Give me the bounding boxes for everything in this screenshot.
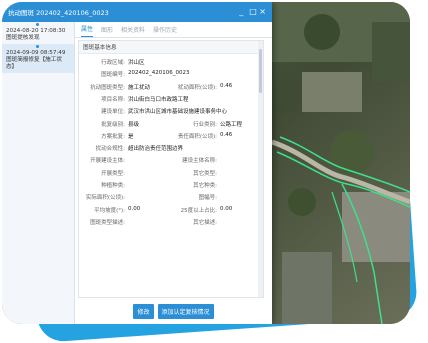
field-label: 图斑类型描述: — [90, 219, 125, 226]
attribute-row: 图斑类型描述: 其它描述: — [79, 218, 263, 228]
window-title: 抗动图斑 202402_420106_0023 — [8, 9, 109, 17]
attribute-row: 图斑编号: 202402_420106_0023 — [79, 70, 263, 80]
minimize-button[interactable]: _ — [239, 8, 243, 16]
history-list: 2024-08-20 17:08:30 图斑提核发现 2024-09-09 08… — [2, 22, 75, 324]
map-stage: 抗动图斑 202402_420106_0023 _ □ × 2024-08-20… — [2, 2, 410, 324]
field-label: 建设单位: — [101, 109, 125, 116]
attribute-row: 实际面积(公顷): 图幅号: — [79, 193, 263, 203]
tab-attributes[interactable]: 属性 — [81, 24, 94, 37]
attribute-row: 批复级别: 县级 行业类别: 公路工程 — [79, 120, 263, 130]
field-label: 种植种类: — [101, 183, 125, 189]
field-value: 公路工程 — [220, 121, 243, 128]
attribute-row: 开展类型: 其它类型: — [79, 169, 263, 179]
history-status: 图斑提核发现 — [6, 35, 40, 41]
field-label: 图斑编号: — [101, 72, 125, 79]
attribute-row: 行政区域: 洪山区 — [79, 58, 263, 68]
attribute-row: 建设单位: 武汉市洪山区城市基础设施建设事务中心 — [79, 107, 263, 117]
history-item[interactable]: 2024-08-20 17:08:30 图斑提核发现 — [2, 22, 74, 44]
detail-pane: 属性 图形 相关资料 操作历史 图斑基本信息 行政区域: 洪山区 图斑编号: 2024… — [75, 22, 272, 324]
history-time: 2024-08-20 17:08:30 — [6, 28, 66, 34]
field-label: 责任面积(公顷): — [177, 133, 217, 140]
attribute-row: 扰动合规性: 超出防治责任范围边界 — [79, 144, 263, 154]
field-value: 0.00 — [128, 205, 141, 212]
field-label: 方案批复: — [101, 133, 125, 140]
add-check-button[interactable]: 添加认定复核情况 — [157, 303, 214, 319]
field-value: 洪山区 — [128, 60, 145, 66]
history-item[interactable]: 2024-09-09 08:57:49 图斑简报修复【施工状态】 — [2, 44, 74, 73]
field-value: 0.46 — [220, 131, 233, 138]
field-label: 图幅号: — [198, 195, 217, 202]
field-label: 扰动合规性: — [95, 146, 125, 153]
patch-detail-window: 抗动图斑 202402_420106_0023 _ □ × 2024-08-20… — [2, 2, 272, 324]
attribute-row: 项目名称: 洪山街白马口市政路工程 — [79, 95, 263, 105]
history-time: 2024-09-09 08:57:49 — [6, 50, 66, 56]
field-label: 建设主体名称: — [182, 158, 217, 165]
field-label: 其它类型: — [193, 170, 217, 177]
field-label: 行政区域: — [101, 60, 125, 66]
field-label: 实际面积(公顷): — [85, 195, 125, 202]
timeline-dot-icon — [36, 45, 39, 48]
field-value: 是 — [128, 133, 134, 140]
tab-bar: 属性 图形 相关资料 操作历史 — [75, 22, 272, 38]
section-title: 图斑基本信息 — [79, 41, 263, 54]
window-titlebar[interactable]: 抗动图斑 202402_420106_0023 _ □ × — [2, 2, 272, 22]
field-value: 202402_420106_0023 — [128, 70, 190, 77]
field-value: 超出防治责任范围边界 — [128, 146, 184, 153]
edit-button[interactable]: 修改 — [133, 303, 154, 319]
attribute-row: 开展建设主体: 建设主体名称: — [79, 156, 263, 166]
tab-history[interactable]: 操作历史 — [153, 25, 177, 37]
timeline-dot-icon — [36, 23, 39, 26]
attribute-row: 抗动图斑类型: 施工扰动 扰动面积(公顷): 0.46 — [79, 83, 263, 93]
field-label: 开展类型: — [101, 170, 125, 177]
field-label: 其它描述: — [193, 219, 217, 226]
field-label: 开展建设主体: — [90, 158, 125, 165]
field-label: 平均坡度(°): — [94, 207, 125, 214]
field-label: 项目名称: — [101, 96, 125, 103]
field-label: 批复级别: — [101, 121, 125, 128]
tab-documents[interactable]: 相关资料 — [121, 25, 145, 37]
field-value: 洪山街白马口市政路工程 — [128, 96, 189, 103]
attribute-panel: 图斑基本信息 行政区域: 洪山区 图斑编号: 202402_420106_0023 抗动… — [78, 40, 264, 298]
history-status: 图斑简报修复【施工状态】 — [6, 57, 62, 70]
scrollbar-thumb[interactable] — [259, 49, 262, 93]
field-value: 武汉市洪山区城市基础设施建设事务中心 — [128, 109, 228, 116]
field-label: 抗动图斑类型: — [90, 84, 125, 91]
field-value: 施工扰动 — [128, 84, 151, 91]
action-bar: 修改 添加认定复核情况 — [75, 298, 272, 324]
close-button[interactable]: □ × — [249, 8, 266, 16]
field-value: 县级 — [128, 121, 140, 128]
field-label: 25度以上占比: — [180, 207, 217, 214]
attribute-row: 平均坡度(°): 0.00 25度以上占比: 0.00 — [79, 206, 263, 216]
field-label: 扰动面积(公顷): — [177, 84, 217, 91]
attribute-row — [79, 230, 263, 240]
tab-graphics[interactable]: 图形 — [101, 25, 113, 37]
attribute-row: 种植种类: 其它种类: — [79, 181, 263, 191]
field-value: 0.46 — [220, 82, 233, 89]
field-label: 行业类别: — [193, 121, 217, 128]
attribute-row: 方案批复: 是 责任面积(公顷): 0.46 — [79, 132, 263, 142]
field-label: 其它种类: — [193, 183, 217, 189]
field-value: 0.00 — [220, 205, 233, 212]
panel-scrollbar[interactable] — [258, 41, 263, 297]
